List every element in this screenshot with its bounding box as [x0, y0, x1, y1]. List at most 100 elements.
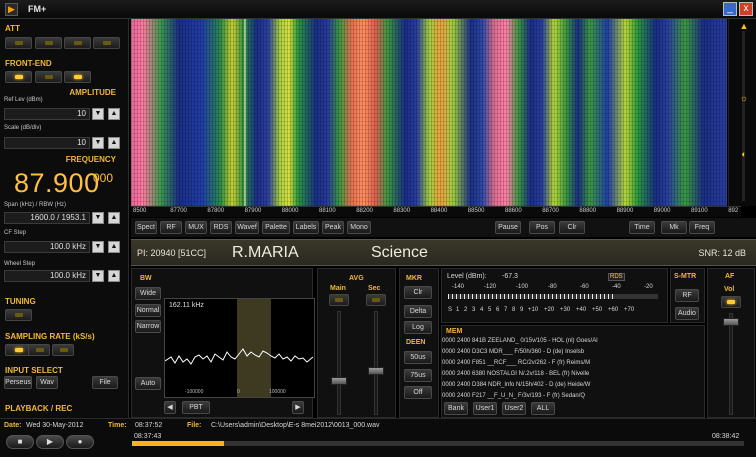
avg-sec-slider[interactable]: [374, 311, 378, 415]
bw-auto-button[interactable]: Auto: [135, 377, 161, 390]
toolbar-button-freq[interactable]: Freq: [689, 221, 715, 234]
scale-up-button[interactable]: ▲: [108, 137, 120, 149]
pbt-left-button[interactable]: ◀: [164, 401, 176, 414]
input-wav-button[interactable]: Wav: [36, 376, 58, 389]
wheel-step-up-button[interactable]: ▲: [108, 270, 120, 282]
s-scale-tick: +20: [544, 307, 555, 313]
avg-sec-thumb[interactable]: [368, 367, 384, 375]
span-up-button[interactable]: ▲: [108, 212, 120, 224]
mkr-log-button[interactable]: Log: [404, 321, 432, 334]
mem-button-user1[interactable]: User1: [473, 402, 497, 415]
bw-tick-pos: 100000: [269, 389, 286, 395]
chevron-up-icon[interactable]: ▲: [739, 21, 749, 31]
toolbar-button-labels[interactable]: Labels: [293, 221, 319, 234]
mem-list-item[interactable]: 0000 2400 6380 NOSTALGI N/.2v/118 - BEL …: [442, 371, 589, 377]
wheel-step-input[interactable]: 100.0 kHz: [4, 270, 90, 282]
span-down-button[interactable]: ▼: [92, 212, 104, 224]
att-button-2[interactable]: [35, 37, 62, 49]
sampling-button-2[interactable]: [28, 344, 50, 356]
avg-sec-label: Sec: [368, 285, 381, 292]
frontend-button-2[interactable]: [35, 71, 62, 83]
ref-lev-input[interactable]: 10: [4, 108, 90, 120]
toolbar-button-spect[interactable]: Spect: [135, 221, 157, 234]
input-perseus-button[interactable]: Perseus: [4, 376, 32, 389]
playback-title: PLAYBACK / REC: [5, 404, 73, 413]
volume-slider[interactable]: [729, 313, 733, 415]
cf-step-label: CF Step: [4, 230, 27, 236]
scale-input[interactable]: 10: [4, 137, 90, 149]
mem-button-all[interactable]: ALL: [531, 402, 555, 415]
bw-wide-button[interactable]: Wide: [135, 287, 161, 300]
mem-list-item[interactable]: 0000 2400 F217 __F_U_N_ F/3v/193 - F (fr…: [442, 393, 585, 399]
cf-step-input[interactable]: 100.0 kHz: [4, 241, 90, 253]
ref-lev-up-button[interactable]: ▲: [108, 108, 120, 120]
level-panel: Level (dBm): -67.3 RDS -140 -120 -100 -80 -6…: [441, 268, 668, 323]
toolbar-button-mono[interactable]: Mono: [347, 221, 371, 234]
minimize-button[interactable]: _: [723, 2, 737, 16]
toolbar-button-wavef[interactable]: Wavef: [235, 221, 259, 234]
tuning-button[interactable]: [5, 309, 32, 321]
sampling-button-3[interactable]: [52, 344, 74, 356]
avg-main-button[interactable]: [329, 294, 349, 306]
att-title: ATT: [5, 24, 20, 33]
att-button-3[interactable]: [64, 37, 91, 49]
pbt-button[interactable]: PBT: [182, 401, 210, 414]
deen-75us-button[interactable]: 75us: [404, 369, 432, 382]
deen-50us-button[interactable]: 50us: [404, 351, 432, 364]
filter-spectrum[interactable]: 162.11 kHz -100000 0 100000: [164, 298, 315, 398]
avg-main-thumb[interactable]: [331, 377, 347, 385]
mem-list-item[interactable]: 0000 2400 D384 NDR_Info N/15h/402 - D (d…: [442, 382, 590, 388]
ref-lev-down-button[interactable]: ▼: [92, 108, 104, 120]
waterfall-display[interactable]: [131, 19, 727, 206]
toolbar-button-pause[interactable]: Pause: [495, 221, 521, 234]
input-file-button[interactable]: File: [92, 376, 118, 389]
stop-button[interactable]: ■: [6, 435, 34, 449]
toolbar-button-palette[interactable]: Palette: [262, 221, 290, 234]
toolbar-button-pos[interactable]: Pos: [529, 221, 555, 234]
s-scale-tick: S: [448, 307, 453, 313]
pbt-right-button[interactable]: ▶: [292, 401, 304, 414]
cf-step-down-button[interactable]: ▼: [92, 241, 104, 253]
play-button[interactable]: ▶: [36, 435, 64, 449]
bw-narrow-button[interactable]: Narrow: [135, 320, 161, 333]
close-button[interactable]: x: [739, 2, 753, 16]
s-scale-tick: +50: [592, 307, 603, 313]
playback-progress[interactable]: [132, 441, 744, 446]
smtr-audio-button[interactable]: Audio: [675, 307, 699, 320]
volume-thumb[interactable]: [723, 318, 739, 326]
cf-step-up-button[interactable]: ▲: [108, 241, 120, 253]
bw-normal-button[interactable]: Normal: [135, 304, 161, 317]
record-button[interactable]: ●: [66, 435, 94, 449]
toolbar-button-time[interactable]: Time: [629, 221, 655, 234]
toolbar-button-mux[interactable]: MUX: [185, 221, 207, 234]
mem-list-item[interactable]: 0000 2400 841B ZEELAND_ 0/15v/105 - HOL …: [442, 338, 598, 344]
frontend-button-3[interactable]: [64, 71, 91, 83]
mem-button-bank[interactable]: Bank: [444, 402, 468, 415]
toolbar-button-rf[interactable]: RF: [160, 221, 182, 234]
avg-main-slider[interactable]: [337, 311, 341, 415]
mkr-clr-button[interactable]: Clr: [404, 286, 432, 299]
mem-list-item[interactable]: 0000 2400 D3C3 MDR___ F/50h/360 - D (de)…: [442, 349, 584, 355]
af-mute-button[interactable]: [721, 296, 741, 308]
smtr-rf-button[interactable]: RF: [675, 289, 699, 302]
att-button-1[interactable]: [5, 37, 32, 49]
mkr-delta-button[interactable]: Delta: [404, 305, 432, 318]
dbm-scale-tick: -140: [452, 284, 465, 290]
att-button-4[interactable]: [93, 37, 120, 49]
toolbar-button-mk[interactable]: Mk: [661, 221, 687, 234]
mem-list-item[interactable]: 0000 2400 F851 __RCF___ RC/2v/262 - F (f…: [442, 360, 590, 366]
toolbar-button-rds[interactable]: RDS: [210, 221, 232, 234]
toolbar-button-peak[interactable]: Peak: [322, 221, 344, 234]
deen-off-button[interactable]: Off: [404, 386, 432, 399]
mem-button-user2[interactable]: User2: [502, 402, 526, 415]
scale-down-button[interactable]: ▼: [92, 137, 104, 149]
toolbar-button-clr[interactable]: Clr: [559, 221, 585, 234]
avg-sec-button[interactable]: [366, 294, 386, 306]
dbm-scale-tick: -60: [580, 284, 589, 290]
frontend-button-1[interactable]: [5, 71, 32, 83]
waterfall-contrast-slider[interactable]: [742, 31, 745, 201]
frequency-display[interactable]: 87.900: [14, 168, 100, 199]
span-rbw-input[interactable]: 1600.0 / 1953.1: [4, 212, 90, 224]
s-scale: S 1 2 3 4 5 6 7 8 9 +10 +20 +30 +40 +50 +60 +70: [448, 307, 666, 315]
wheel-step-down-button[interactable]: ▼: [92, 270, 104, 282]
